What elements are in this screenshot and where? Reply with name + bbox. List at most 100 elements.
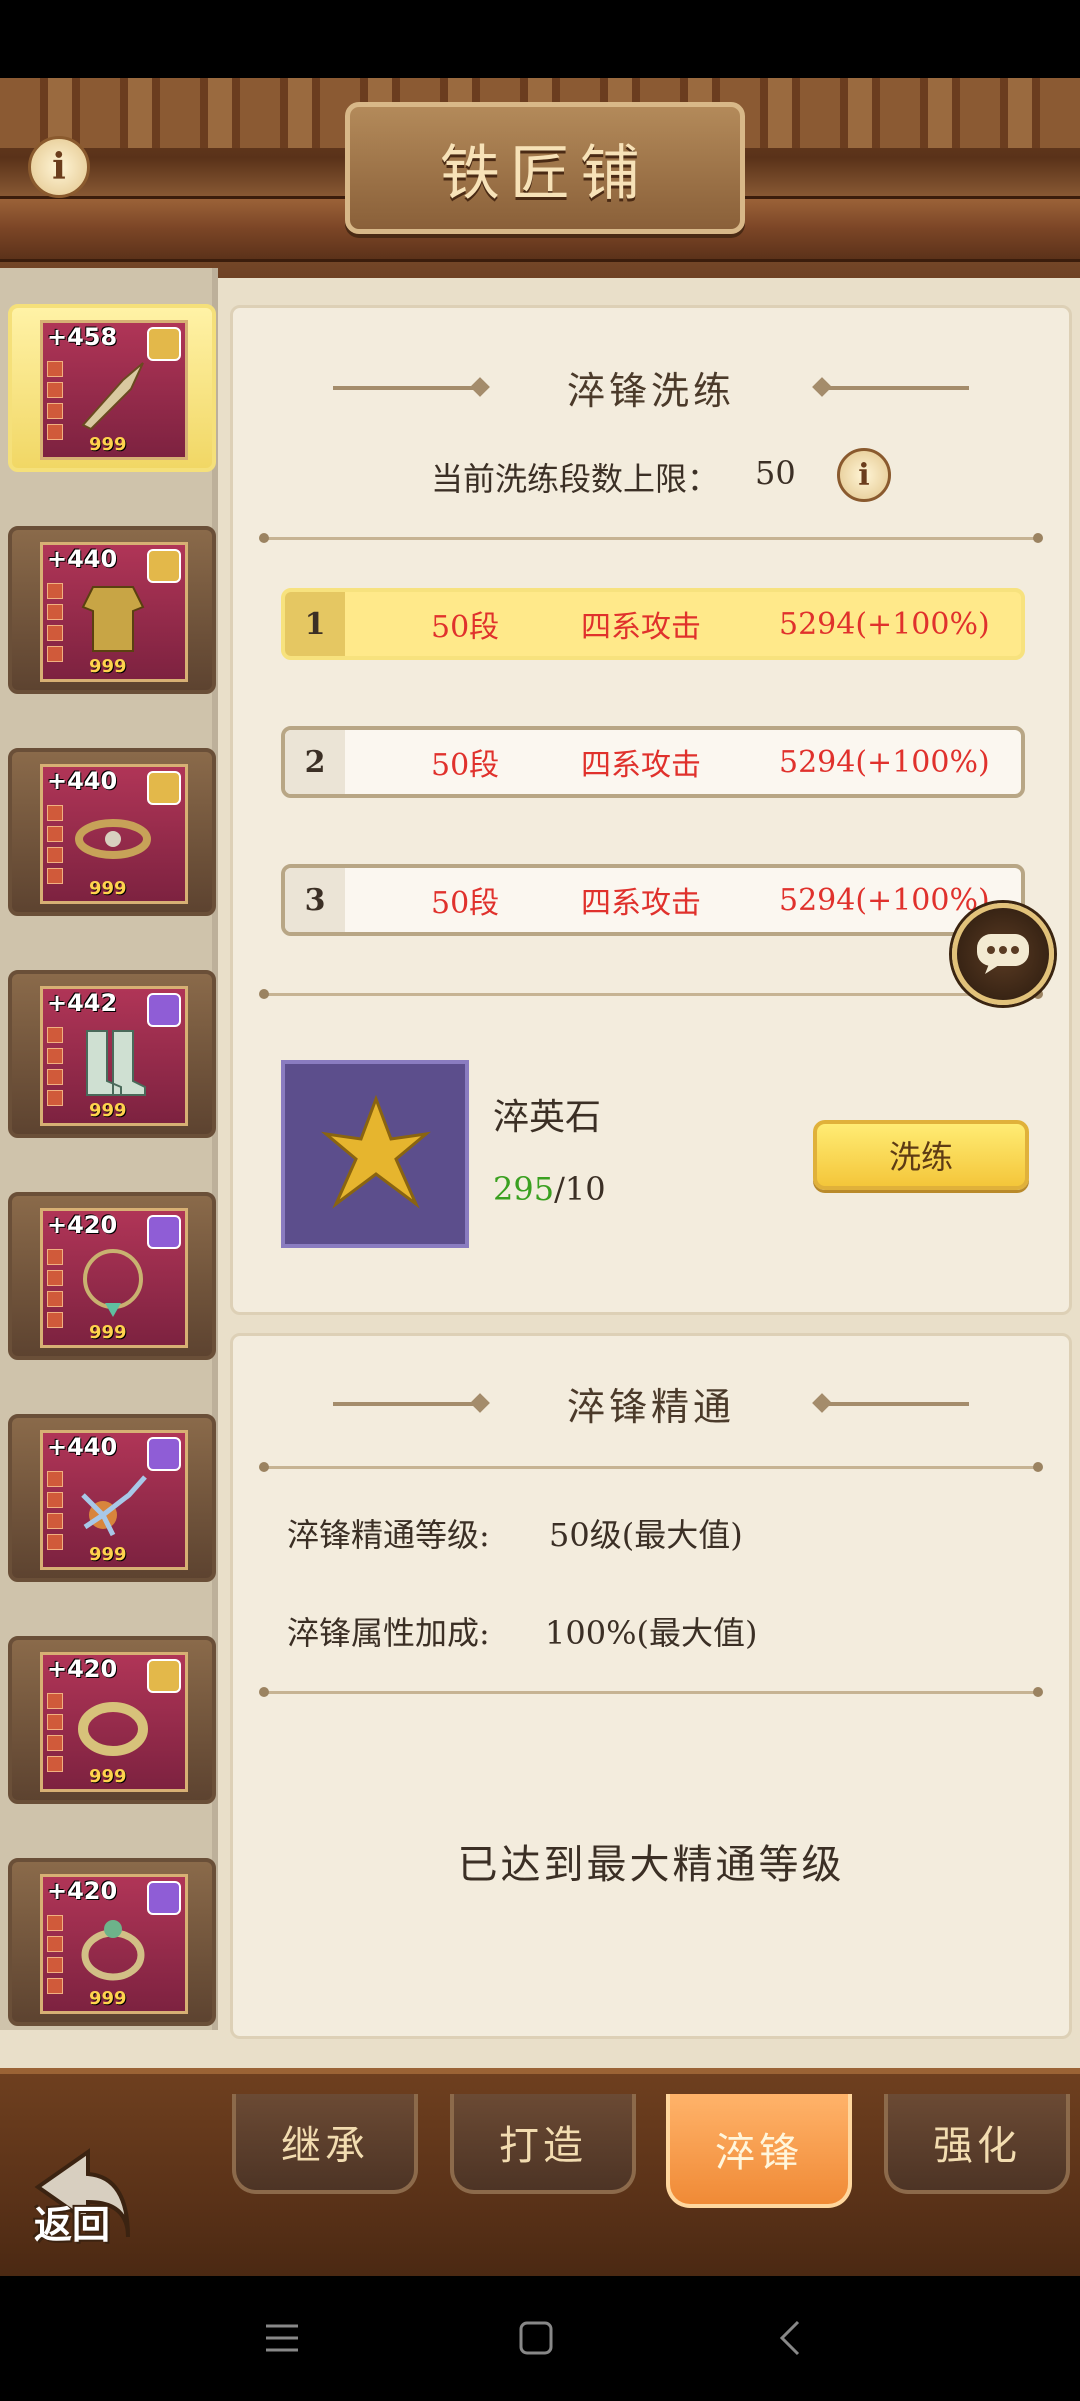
refine-panel: 淬锋洗练 当前洗练段数上限： 50 i 1 50段 四系攻击 5294(+100…	[230, 305, 1072, 1315]
refine-title: 淬锋洗练	[566, 369, 735, 413]
material-amount: 295/10	[493, 1170, 606, 1208]
equipment-slot-1[interactable]: +458 999	[8, 304, 216, 472]
equipment-card: +458 999	[40, 320, 188, 460]
equipment-slot-3[interactable]: +440 999	[8, 748, 216, 916]
equipment-level: +420	[47, 1655, 118, 1683]
chat-icon	[977, 934, 1029, 974]
mastery-title: 淬锋精通	[566, 1385, 735, 1429]
option-attribute: 四系攻击	[581, 610, 701, 645]
equipment-level: +458	[47, 323, 118, 351]
gem-slots	[47, 1027, 63, 1111]
tab-forge[interactable]: 打造	[450, 2094, 636, 2194]
gem-slots	[47, 805, 63, 889]
equipment-slot-6[interactable]: +440 999	[8, 1414, 216, 1582]
back-nav-icon[interactable]	[772, 2318, 812, 2358]
equipment-slot-4[interactable]: +442 999	[8, 970, 216, 1138]
equipment-card: +440 999	[40, 1430, 188, 1570]
gem-slots	[47, 583, 63, 667]
title-plaque: 铁匠铺	[345, 102, 745, 234]
refine-option-1[interactable]: 1 50段 四系攻击 5294(+100%)	[281, 588, 1025, 660]
bottom-tab-bar: 继承 打造 淬锋 强化	[0, 2068, 1080, 2282]
tab-inherit[interactable]: 继承	[232, 2094, 418, 2194]
flower-weapon-icon	[81, 1475, 147, 1537]
gem-slots	[47, 361, 63, 445]
refine-option-3[interactable]: 3 50段 四系攻击 5294(+100%)	[281, 864, 1025, 936]
option-number: 2	[285, 730, 345, 794]
gem-slots	[47, 1693, 63, 1777]
divider	[259, 1462, 1043, 1472]
option-stage: 50段	[431, 748, 500, 783]
equipment-level: +442	[47, 989, 118, 1017]
max-mastery-message: 已达到最大精通等级	[457, 1842, 845, 1888]
material-need: /10	[554, 1170, 606, 1208]
tab-enhance[interactable]: 强化	[884, 2094, 1070, 2194]
material-name: 淬英石	[493, 1097, 602, 1138]
mastery-level-label: 淬锋精通等级:	[287, 1516, 490, 1554]
header: 铁匠铺 i	[0, 78, 1080, 278]
belt-icon	[75, 819, 151, 859]
equipment-sidebar[interactable]: +458 999 +440 999 +440 999 +442 999 +420…	[0, 268, 218, 2030]
limit-info-icon[interactable]: i	[837, 448, 891, 502]
refine-option-2[interactable]: 2 50段 四系攻击 5294(+100%)	[281, 726, 1025, 798]
chat-button[interactable]	[952, 903, 1054, 1005]
gem-slots	[47, 1249, 63, 1333]
equipment-slot-7[interactable]: +420 999	[8, 1636, 216, 1804]
equipment-card: +442 999	[40, 986, 188, 1126]
equipment-card: +420 999	[40, 1652, 188, 1792]
wash-button[interactable]: 洗练	[813, 1120, 1029, 1190]
equipment-card: +420 999	[40, 1208, 188, 1348]
refine-limit-value: 50	[755, 454, 796, 492]
equipment-count: 999	[89, 878, 127, 899]
option-value: 5294(+100%)	[779, 744, 990, 780]
ring-icon	[81, 1920, 145, 1981]
equipment-level: +440	[47, 767, 118, 795]
option-number: 1	[285, 592, 345, 656]
info-icon[interactable]: i	[28, 136, 90, 198]
equipment-slot-2[interactable]: +440 999	[8, 526, 216, 694]
armor-icon	[81, 586, 145, 652]
equipment-card: +440 999	[40, 764, 188, 904]
option-number: 3	[285, 868, 345, 932]
option-stage: 50段	[431, 610, 500, 645]
option-value: 5294(+100%)	[779, 882, 990, 918]
equipment-level: +440	[47, 1433, 118, 1461]
crystal-stone-icon	[321, 1094, 431, 1209]
equipment-count: 999	[89, 1100, 127, 1121]
equipment-count: 999	[89, 1322, 127, 1343]
gem-slots	[47, 1471, 63, 1555]
material-have: 295	[493, 1170, 555, 1208]
equipment-level: +440	[47, 545, 118, 573]
mastery-level-value: 50级(最大值)	[549, 1516, 743, 1554]
mastery-bonus-value: 100%(最大值)	[545, 1614, 758, 1652]
equipment-count: 999	[89, 434, 127, 455]
bracelet-icon	[78, 1702, 148, 1756]
equipment-count: 999	[89, 1766, 127, 1787]
necklace-icon	[83, 1249, 143, 1317]
equipment-count: 999	[89, 656, 127, 677]
refine-limit-label: 当前洗练段数上限：	[431, 460, 720, 498]
equipment-card: +440 999	[40, 542, 188, 682]
divider	[259, 1687, 1043, 1697]
equipment-slot-8[interactable]: +420 999	[8, 1858, 216, 2026]
blade-icon	[81, 362, 144, 431]
option-stage: 50段	[431, 886, 500, 921]
equipment-count: 999	[89, 1988, 127, 2009]
divider	[259, 533, 1043, 543]
home-icon[interactable]	[516, 2318, 556, 2358]
option-attribute: 四系攻击	[581, 748, 701, 783]
equipment-level: +420	[47, 1877, 118, 1905]
back-button[interactable]: 返回	[34, 2194, 110, 2249]
equipment-slot-5[interactable]: +420 999	[8, 1192, 216, 1360]
option-value: 5294(+100%)	[779, 606, 990, 642]
mastery-bonus-label: 淬锋属性加成:	[287, 1614, 490, 1652]
tab-temper[interactable]: 淬锋	[666, 2094, 852, 2208]
material-slot[interactable]	[281, 1060, 469, 1248]
equipment-level: +420	[47, 1211, 118, 1239]
menu-icon[interactable]	[262, 2318, 302, 2358]
gem-slots	[47, 1915, 63, 1999]
equipment-card: +420 999	[40, 1874, 188, 2014]
option-attribute: 四系攻击	[581, 886, 701, 921]
mastery-panel: 淬锋精通 淬锋精通等级: 50级(最大值) 淬锋属性加成: 100%(最大值) …	[230, 1333, 1072, 2039]
status-bar	[0, 0, 1080, 78]
divider	[259, 989, 1043, 999]
